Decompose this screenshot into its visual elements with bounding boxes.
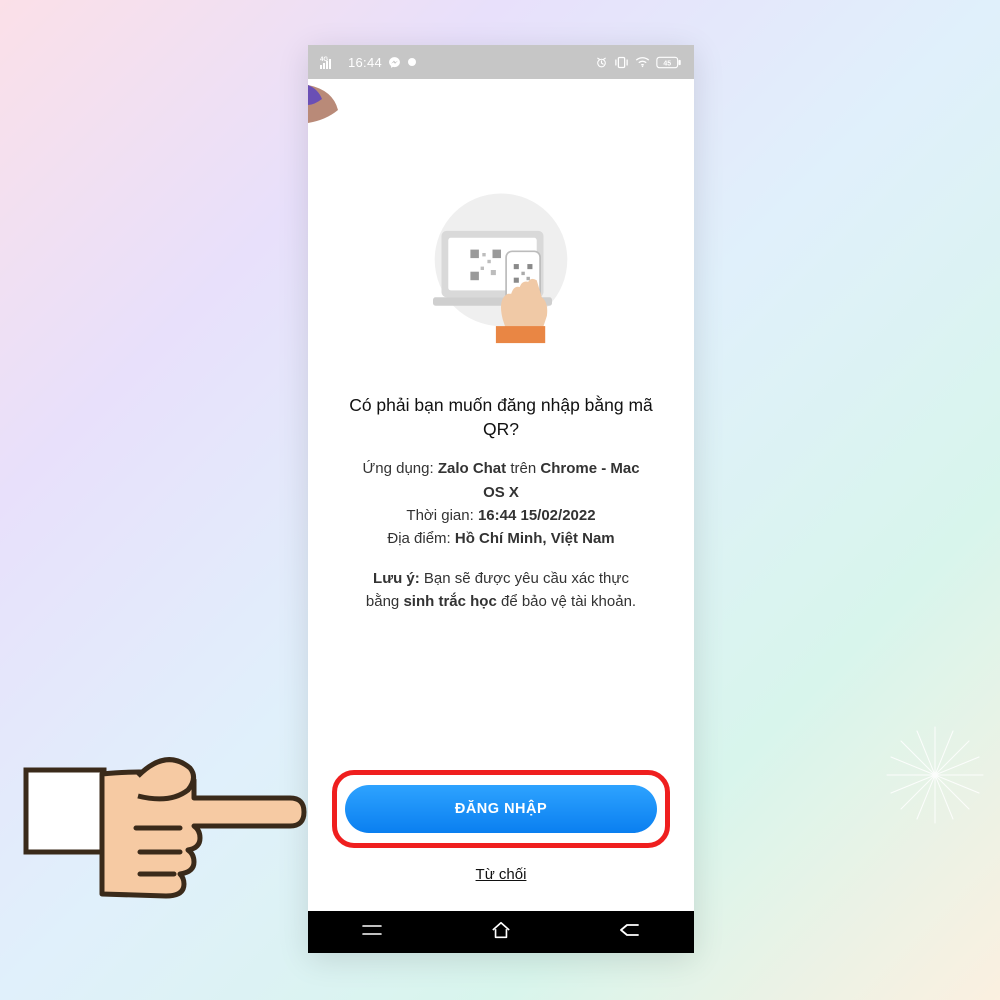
place-label: Địa điểm: bbox=[387, 530, 450, 547]
qr-scan-illustration-icon bbox=[416, 185, 586, 360]
decline-link[interactable]: Từ chối bbox=[332, 866, 670, 883]
qr-login-title: Có phải bạn muốn đăng nhập bằng mã QR? bbox=[349, 394, 653, 441]
battery-icon: 45 bbox=[656, 56, 682, 69]
note-text-2c: để bảo vệ tài khoản. bbox=[501, 593, 636, 610]
qr-login-confirm-screen: Có phải bạn muốn đăng nhập bằng mã QR? Ứ… bbox=[308, 79, 694, 911]
home-icon bbox=[490, 920, 512, 945]
phone-frame: 4G 16:44 bbox=[308, 45, 694, 953]
status-bar: 4G 16:44 bbox=[308, 45, 694, 79]
title-line1: Có phải bạn muốn đăng nhập bằng mã bbox=[349, 395, 653, 415]
corner-graphic bbox=[308, 85, 348, 125]
tutorial-highlight-box: ĐĂNG NHẬP bbox=[332, 770, 670, 848]
login-button[interactable]: ĐĂNG NHẬP bbox=[345, 785, 657, 833]
wifi-icon bbox=[635, 56, 650, 68]
browser-name-line2: OS X bbox=[483, 484, 519, 501]
title-line2: QR? bbox=[483, 419, 519, 439]
place-value: Hồ Chí Minh, Việt Nam bbox=[455, 530, 615, 547]
browser-name-line1: Chrome - Mac bbox=[540, 460, 639, 477]
note-label: Lưu ý: bbox=[373, 570, 420, 587]
time-label: Thời gian: bbox=[406, 507, 473, 524]
login-button-label: ĐĂNG NHẬP bbox=[455, 801, 547, 817]
back-icon bbox=[618, 922, 642, 943]
back-button[interactable] bbox=[600, 911, 660, 953]
biometric-note: Lưu ý: Bạn sẽ được yêu cầu xác thực bằng… bbox=[366, 568, 636, 613]
app-name: Zalo Chat bbox=[438, 460, 506, 477]
app-join: trên bbox=[510, 460, 536, 477]
android-nav-bar bbox=[308, 911, 694, 953]
sparkle-decoration-icon bbox=[880, 720, 990, 835]
time-value: 16:44 15/02/2022 bbox=[478, 507, 596, 524]
status-time: 16:44 bbox=[348, 55, 382, 70]
recent-apps-icon bbox=[361, 923, 383, 942]
svg-text:45: 45 bbox=[663, 60, 671, 67]
home-button[interactable] bbox=[471, 911, 531, 953]
app-label: Ứng dụng: bbox=[362, 460, 433, 477]
recent-apps-button[interactable] bbox=[342, 911, 402, 953]
note-text-2a: bằng bbox=[366, 593, 399, 610]
signal-4g-icon: 4G bbox=[320, 55, 342, 69]
login-details: Ứng dụng: Zalo Chat trên Chrome - Mac OS… bbox=[362, 457, 639, 550]
note-text-1: Bạn sẽ được yêu cầu xác thực bbox=[424, 570, 629, 587]
messenger-icon bbox=[388, 56, 401, 69]
vibrate-icon bbox=[614, 56, 629, 69]
note-text-2b: sinh trắc học bbox=[403, 593, 496, 610]
notification-dot-icon bbox=[407, 57, 417, 67]
decline-link-label: Từ chối bbox=[476, 866, 527, 883]
alarm-icon bbox=[595, 56, 608, 69]
pointing-hand-icon bbox=[20, 720, 310, 900]
